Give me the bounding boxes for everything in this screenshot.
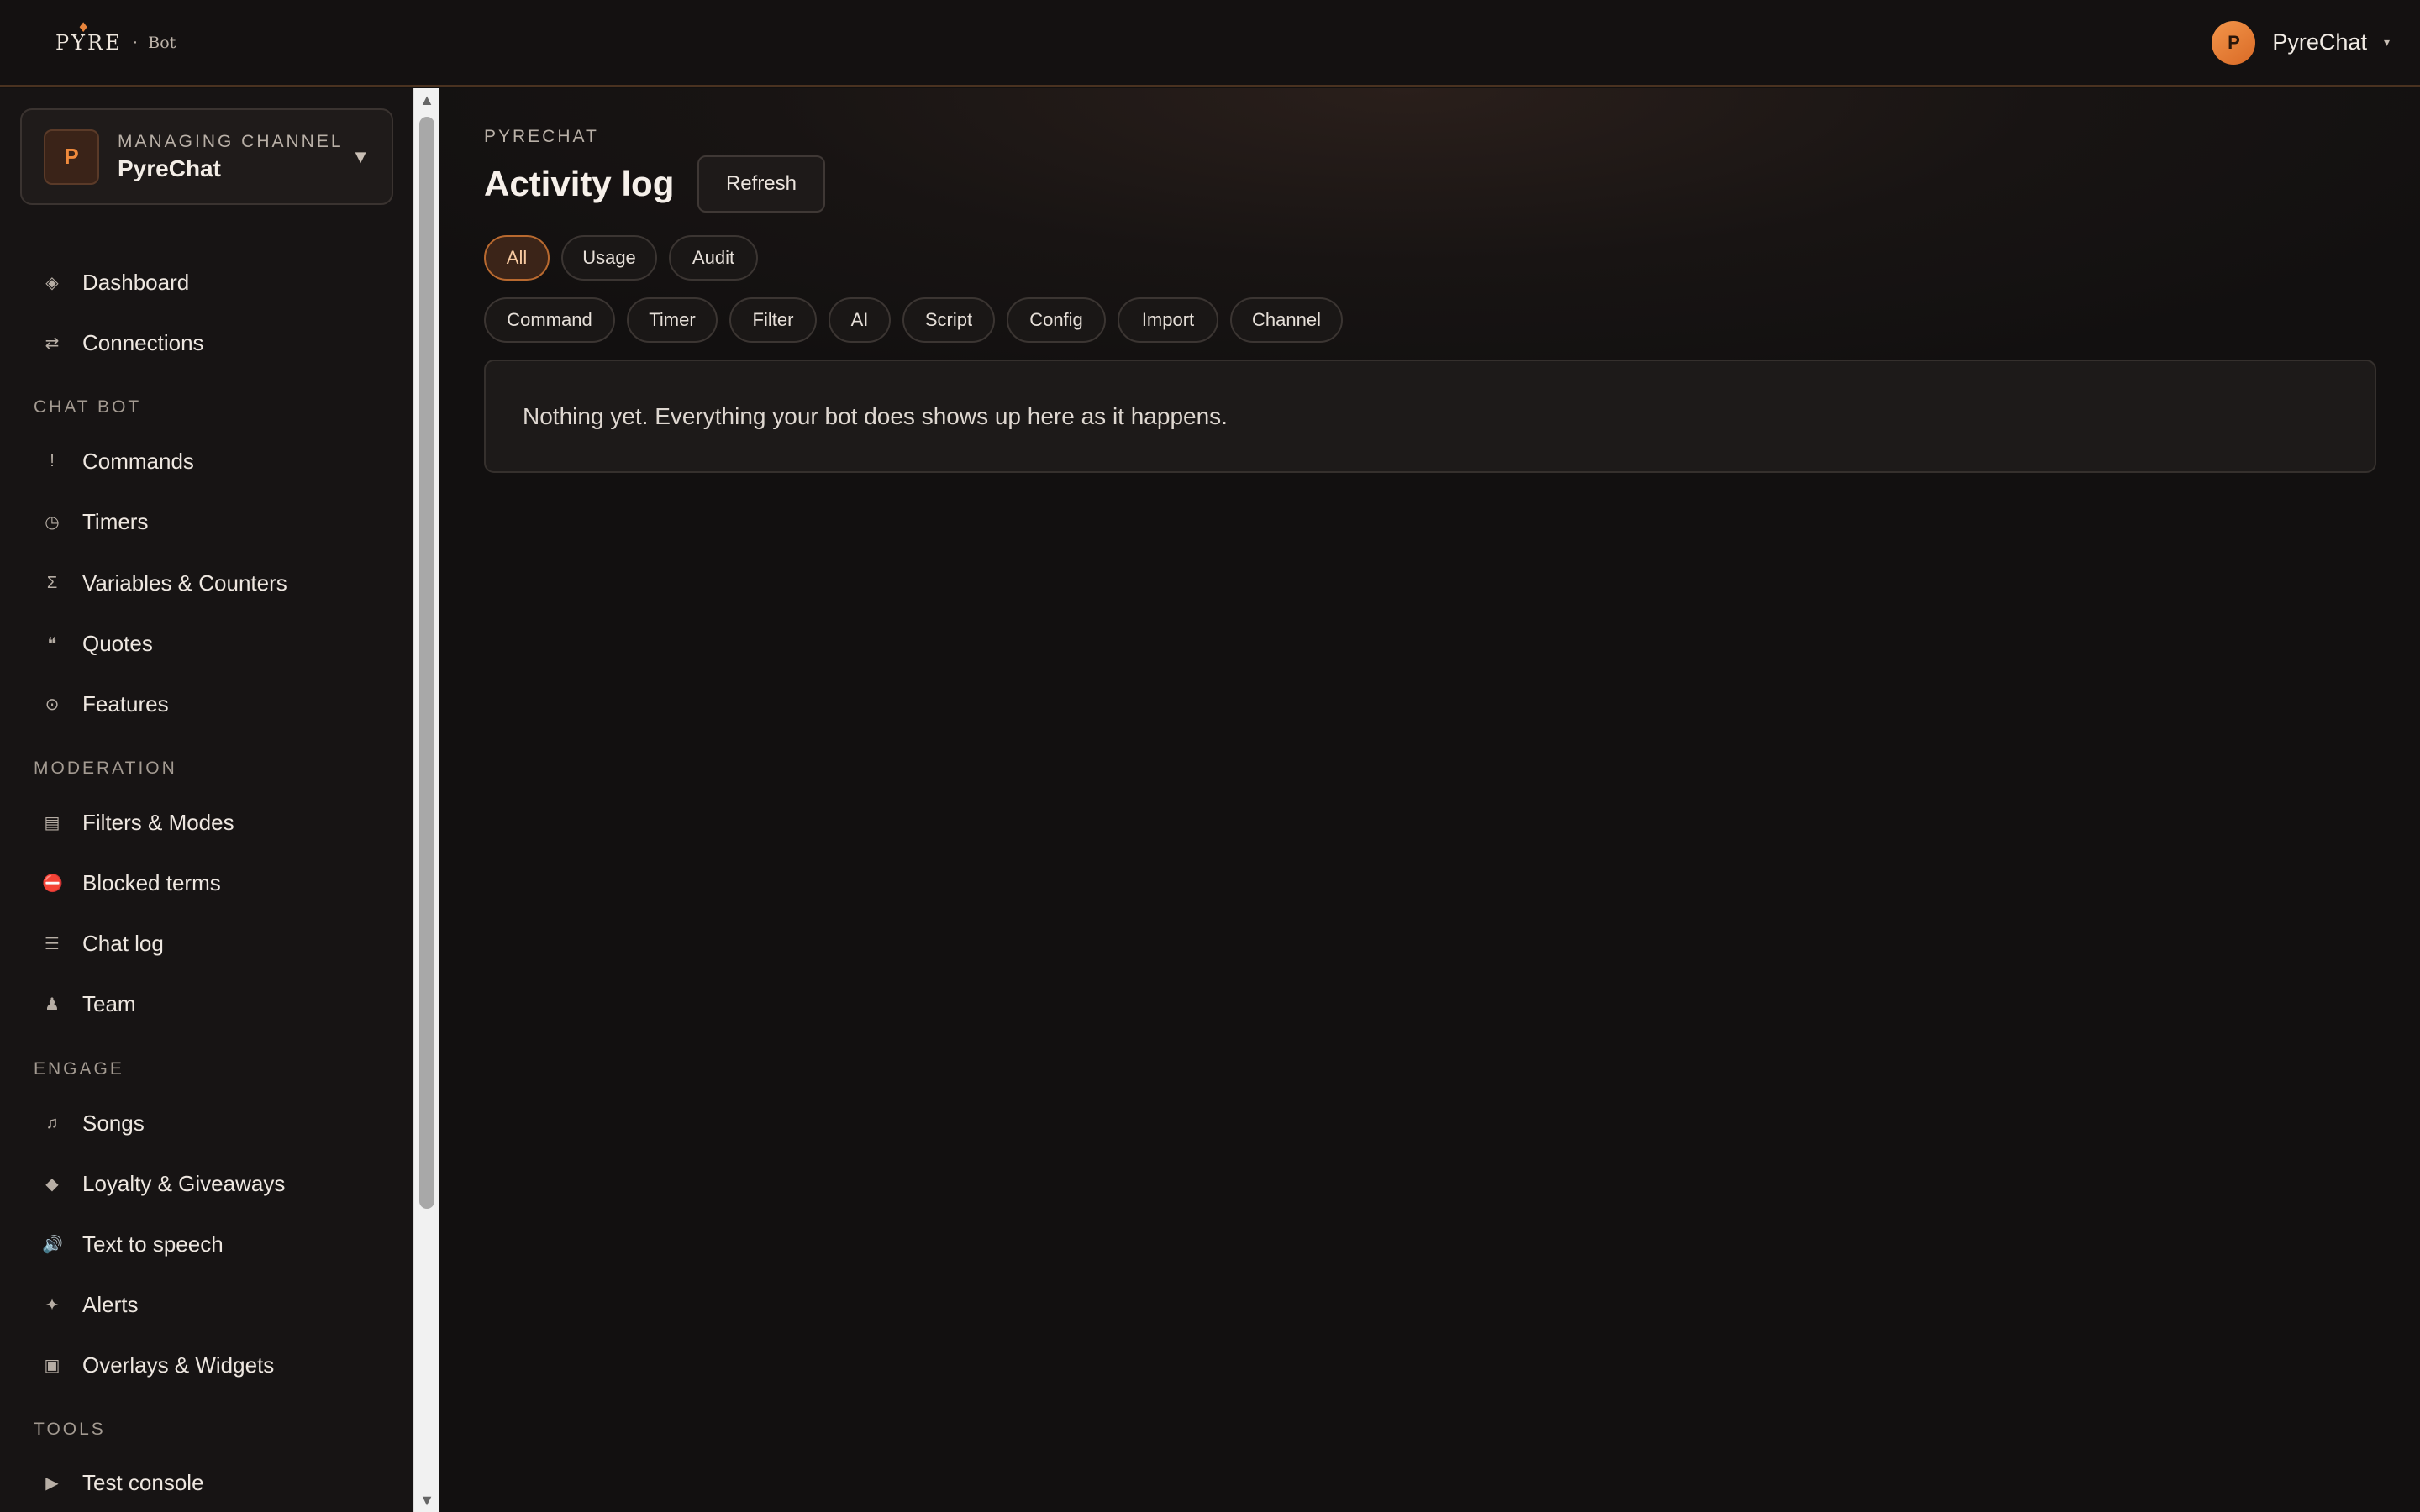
filter-chip-ai[interactable]: AI [829,297,891,343]
play-icon: ▶ [45,1473,59,1493]
dashboard-icon: ◈ [45,273,59,292]
chevron-down-icon: ▾ [2383,35,2390,49]
channel-label: MANAGING CHANNEL [118,131,344,151]
refresh-button[interactable]: Refresh [697,155,825,213]
sidebar-item-test-console[interactable]: ▶ Test console [0,1457,413,1508]
main-content: PYRECHAT Activity log Refresh All Usage … [439,88,2420,1512]
scroll-thumb[interactable] [419,117,434,1209]
no-entry-icon: ⛔ [42,874,63,893]
connections-icon: ⇄ [45,333,60,353]
channel-name: PyreChat [118,155,221,181]
filter-list-icon: ▤ [44,813,60,832]
caret-down-icon: ▼ [351,145,370,167]
sidebar-scrollbar[interactable]: ▲ ▼ [413,88,439,1512]
logo-separator: · [132,33,139,51]
filter-chip-audit[interactable]: Audit [669,235,758,281]
sidebar-item-dashboard[interactable]: ◈ Dashboard [0,257,413,307]
filter-chip-import[interactable]: Import [1118,297,1218,343]
section-moderation: MODERATION [34,759,177,778]
filter-chip-config[interactable]: Config [1007,297,1106,343]
sidebar-item-connections[interactable]: ⇄ Connections [0,318,413,368]
scroll-down-arrow-icon[interactable]: ▼ [414,1488,439,1512]
brand-logo[interactable]: PYRE ♦ · Bot [55,18,176,55]
exclamation-icon: ! [50,451,55,470]
empty-state-card: Nothing yet. Everything your bot does sh… [484,360,2376,473]
user-avatar: P [2212,20,2256,65]
sidebar-item-timers[interactable]: ◷ Timers [0,496,413,547]
scroll-up-arrow-icon[interactable]: ▲ [414,88,439,112]
section-tools: TOOLS [34,1420,106,1439]
empty-state-message: Nothing yet. Everything your bot does sh… [523,402,1228,429]
clock-icon: ◷ [45,512,60,532]
section-chat-bot: CHAT BOT [34,397,142,417]
filter-chip-all[interactable]: All [484,235,550,281]
sidebar: P MANAGING CHANNEL PyreChat ▼ ◈ Dashboar… [0,88,413,1512]
channel-switcher[interactable]: P MANAGING CHANNEL PyreChat ▼ [20,108,393,205]
filter-chip-filter[interactable]: Filter [729,297,817,343]
quote-icon: ❝ [47,634,57,654]
widget-icon: ▣ [44,1356,60,1375]
sidebar-item-team[interactable]: ♟ Team [0,979,413,1029]
sidebar-item-commands[interactable]: ! Commands [0,436,413,486]
filter-chip-command[interactable]: Command [484,297,615,343]
sidebar-item-alerts[interactable]: ✦ Alerts [0,1279,413,1330]
sigma-icon: Σ [46,573,58,592]
filter-chip-channel[interactable]: Channel [1230,297,1343,343]
speaker-icon: 🔊 [42,1235,63,1254]
features-icon: ⊙ [45,695,60,714]
user-menu[interactable]: P PyreChat ▾ [2212,20,2390,65]
section-engage: ENGAGE [34,1059,124,1079]
diamond-icon: ◆ [45,1174,59,1194]
sidebar-item-features[interactable]: ⊙ Features [0,679,413,729]
sidebar-item-songs[interactable]: ♫ Songs [0,1098,413,1148]
sidebar-item-filters[interactable]: ▤ Filters & Modes [0,797,413,848]
logo-wordmark: PYRE ♦ [55,18,123,55]
sidebar-item-overlays[interactable]: ▣ Overlays & Widgets [0,1340,413,1390]
breadcrumb: PYRECHAT [484,127,599,146]
sidebar-item-tts[interactable]: 🔊 Text to speech [0,1219,413,1269]
page-title: Activity log [484,164,675,203]
list-icon: ☰ [45,934,60,953]
sidebar-item-quotes[interactable]: ❝ Quotes [0,618,413,669]
logo-suffix: Bot [148,33,176,52]
user-name: PyreChat [2272,29,2367,55]
filter-chip-script[interactable]: Script [902,297,995,343]
sparkle-icon: ✦ [45,1295,60,1315]
top-bar: PYRE ♦ · Bot P PyreChat ▾ [0,0,2420,87]
sidebar-item-loyalty[interactable]: ◆ Loyalty & Giveaways [0,1158,413,1209]
channel-avatar: P [44,129,99,185]
channel-info: MANAGING CHANNEL PyreChat [118,132,351,182]
sidebar-item-blocked-terms[interactable]: ⛔ Blocked terms [0,858,413,908]
filter-chip-timer[interactable]: Timer [627,297,718,343]
sidebar-item-chat-log[interactable]: ☰ Chat log [0,918,413,969]
filter-chip-usage[interactable]: Usage [561,235,657,281]
person-icon: ♟ [45,995,60,1014]
flame-icon: ♦ [77,18,92,35]
sidebar-item-variables[interactable]: Σ Variables & Counters [0,558,413,608]
music-note-icon: ♫ [45,1113,59,1132]
